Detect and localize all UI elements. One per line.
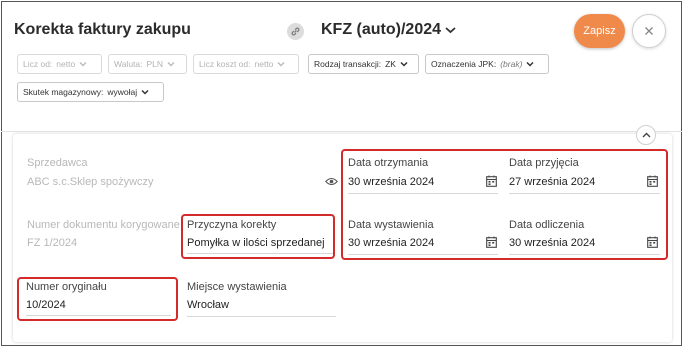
original-no-input[interactable]: 10/2024 [26, 299, 66, 311]
filter-transaction-type[interactable]: Rodzaj transakcji: ZK [308, 54, 419, 74]
filter-value: netto [56, 59, 76, 69]
collapse-button[interactable] [636, 125, 656, 145]
accepted-date-input[interactable]: 27 września 2024 [509, 176, 595, 188]
filter-label: Licz koszt od: [199, 59, 251, 69]
calendar-icon[interactable] [486, 175, 497, 187]
chevron-down-icon [141, 89, 149, 95]
issued-date-input[interactable]: 30 września 2024 [348, 237, 434, 249]
filter-cost-from: Licz koszt od: netto [193, 54, 299, 74]
seller-label: Sprzedawca [27, 157, 88, 169]
received-date-input[interactable]: 30 września 2024 [348, 176, 434, 188]
issued-date-label: Data wystawienia [348, 219, 434, 231]
place-underline [187, 316, 336, 317]
filter-jpk-markings[interactable]: Oznaczenia JPK: (brak) [425, 54, 549, 74]
filter-value: wywołaj [107, 87, 138, 97]
filter-warehouse-effect[interactable]: Skutek magazynowy: wywołaj [17, 82, 164, 102]
place-label: Miejsce wystawienia [187, 281, 287, 293]
reason-label: Przyczyna korekty [187, 219, 277, 231]
chevron-down-icon [526, 61, 534, 67]
filter-value: PLN [146, 59, 164, 69]
document-type-label: KFZ (auto)/2024 [321, 21, 442, 38]
filter-label: Skutek magazynowy: [23, 87, 104, 97]
chevron-down-icon [400, 61, 408, 67]
corrected-doc-value: FZ 1/2024 [27, 237, 78, 249]
divider [1, 131, 682, 132]
chevron-down-icon [445, 27, 456, 34]
filter-currency: Waluta: PLN [108, 54, 187, 74]
corrected-doc-label: Numer dokumentu korygowanego [27, 219, 180, 231]
place-input[interactable]: Wrocław [187, 299, 229, 311]
save-button[interactable]: Zapisz [574, 14, 625, 48]
filter-label: Licz od: [23, 59, 53, 69]
seller-value: ABC s.c.Sklep spożywczy [27, 176, 154, 188]
chevron-down-icon [277, 62, 285, 67]
chevron-down-icon [79, 62, 87, 67]
original-no-label: Numer oryginału [26, 281, 107, 293]
filter-value: netto [254, 59, 274, 69]
chevron-up-icon [642, 132, 650, 138]
received-date-underline [348, 193, 498, 194]
accepted-date-label: Data przyjęcia [509, 157, 579, 169]
filter-calc-from: Licz od: netto [17, 54, 102, 74]
calendar-icon[interactable] [647, 236, 658, 248]
received-date-label: Data otrzymania [348, 157, 429, 169]
eye-icon[interactable] [325, 177, 338, 186]
filter-value: (brak) [500, 59, 523, 69]
page-title: Korekta faktury zakupu [14, 21, 191, 38]
link-button[interactable] [287, 23, 304, 40]
deduction-date-label: Data odliczenia [509, 219, 585, 231]
filter-label: Oznaczenia JPK: [431, 59, 497, 69]
calendar-icon[interactable] [486, 236, 497, 248]
filter-value: ZK [385, 59, 396, 69]
filter-label: Rodzaj transakcji: [314, 59, 382, 69]
document-type-select[interactable]: KFZ (auto)/2024 [321, 21, 456, 39]
deduction-date-input[interactable]: 30 września 2024 [509, 237, 595, 249]
reason-input[interactable]: Pomyłka w ilości sprzedanej [187, 237, 325, 249]
issued-date-underline [348, 254, 498, 255]
accepted-date-underline [509, 193, 660, 194]
chevron-down-icon [167, 62, 175, 67]
deduction-date-underline [509, 254, 660, 255]
close-icon [645, 27, 653, 35]
reason-underline [187, 253, 333, 254]
link-icon [291, 27, 300, 36]
original-no-underline [26, 315, 171, 316]
filter-label: Waluta: [114, 59, 143, 69]
calendar-icon[interactable] [647, 175, 658, 187]
close-button[interactable] [632, 14, 666, 48]
